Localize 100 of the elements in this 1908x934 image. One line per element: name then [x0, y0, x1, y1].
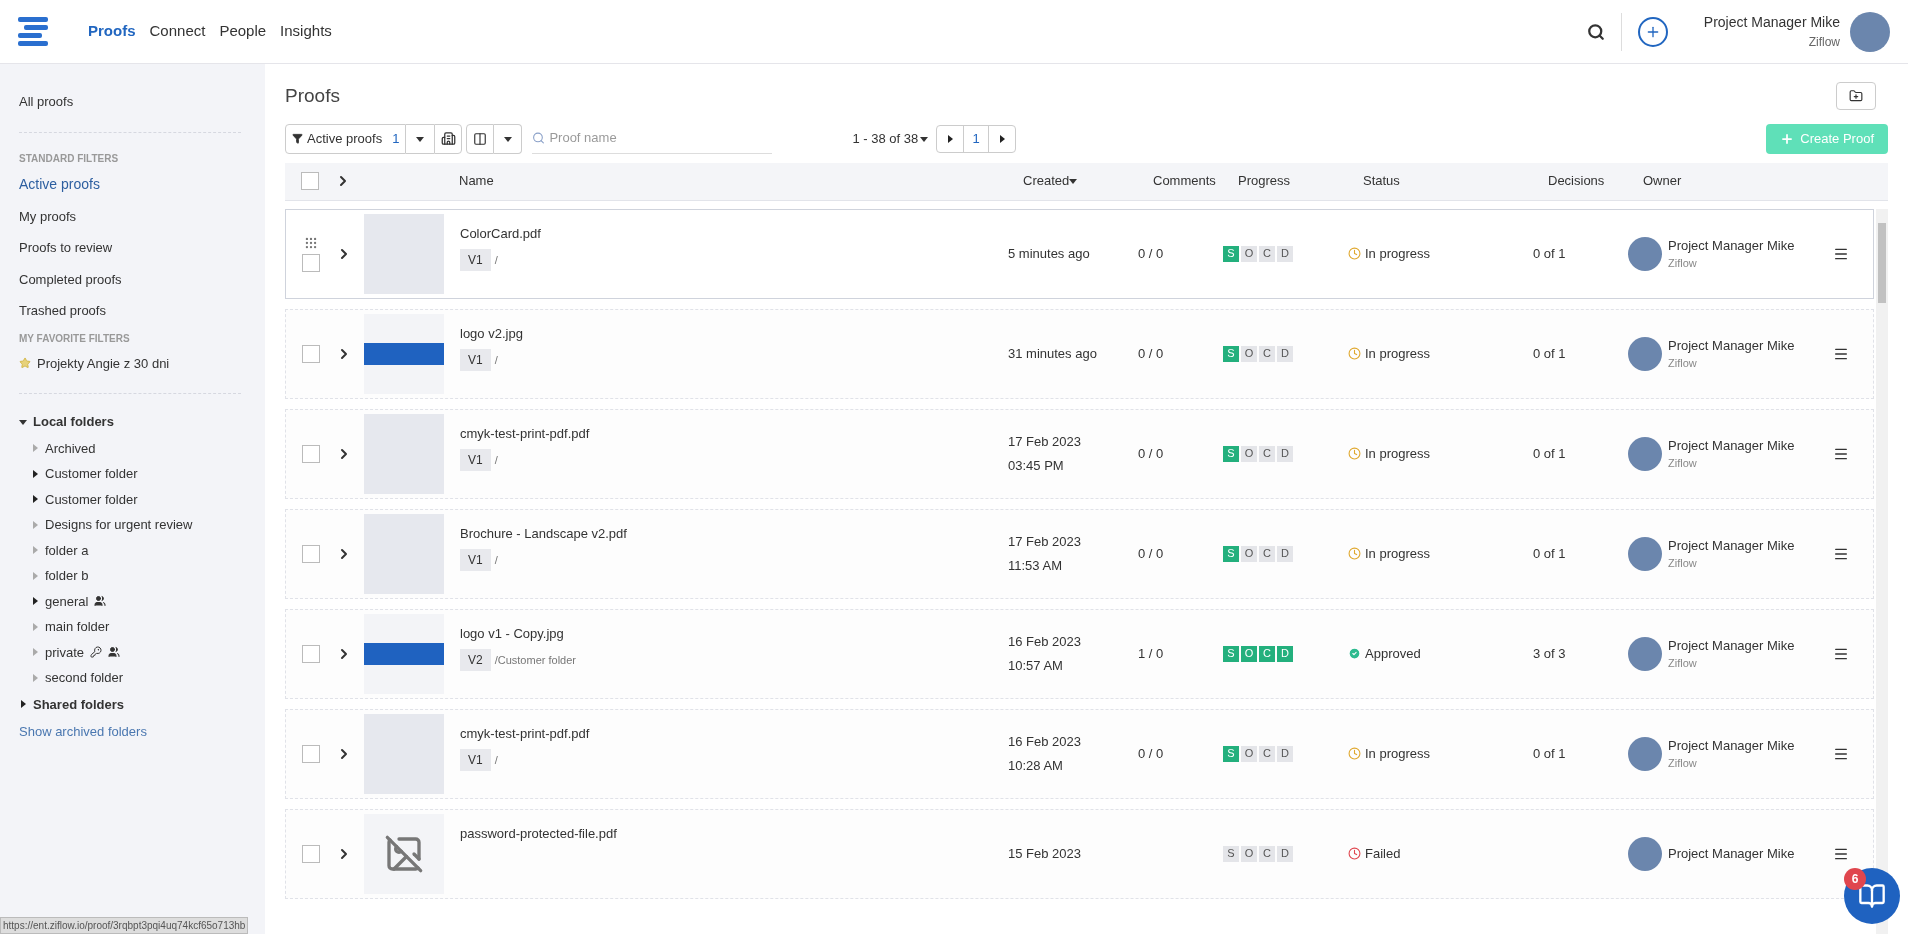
folder-path: / — [494, 352, 498, 368]
folder-label[interactable]: second folder — [45, 668, 124, 688]
user-name: Project Manager Mike — [1703, 13, 1840, 32]
proof-name[interactable]: ColorCard.pdf — [460, 223, 1008, 243]
proof-name[interactable]: cmyk-test-print-pdf.pdf — [460, 423, 1008, 443]
folder-label[interactable]: folder b — [45, 566, 89, 586]
avatar-placeholder[interactable] — [1850, 11, 1890, 52]
column-header[interactable]: Name — [459, 173, 494, 189]
filter-link[interactable]: Completed proofs — [19, 263, 241, 295]
progress-step: O — [1241, 645, 1257, 662]
row-checkbox[interactable] — [302, 444, 320, 463]
created-date: 15 Feb 2023 — [1008, 844, 1082, 863]
folder-label[interactable]: Designs for urgent review — [45, 515, 193, 535]
row-checkbox[interactable] — [302, 544, 320, 563]
caret-icon[interactable] — [31, 469, 39, 478]
caret-icon[interactable] — [920, 134, 929, 143]
owner-org: Ziflow — [1668, 356, 1698, 371]
caret-icon[interactable] — [946, 134, 955, 143]
created-date: 16 Feb 2023 — [1008, 733, 1082, 751]
section-heading: STANDARD FILTERS — [19, 151, 120, 166]
caret-icon[interactable] — [19, 700, 27, 709]
proof-row[interactable]: ColorCard.pdf V1 / 5 minutes ago 0 / 0 S O C D In progress 0 of 1 Project Manager Mike Ziflow — [285, 208, 1874, 299]
nav-tab[interactable]: Connect — [149, 20, 206, 43]
folder-label[interactable]: Customer folder — [45, 464, 138, 484]
filter-link[interactable]: All proofs — [19, 86, 241, 118]
folder-group-label[interactable]: Local folders — [33, 412, 114, 432]
building-icon — [440, 131, 456, 146]
row-checkbox[interactable] — [302, 644, 320, 663]
column-header[interactable]: Status — [1363, 173, 1400, 189]
proof-row[interactable]: cmyk-test-print-pdf.pdf V1 / 17 Feb 2023 03:45 PM 0 / 0 S O C D In progress 0 of 1 Project Manager Mike Ziflow — [285, 408, 1874, 499]
nav-tab[interactable]: People — [219, 20, 267, 43]
caret-icon[interactable] — [503, 134, 512, 143]
select-all-checkbox[interactable] — [301, 172, 319, 190]
progress-step: O — [1241, 245, 1257, 262]
favorite-filter[interactable]: Projekty Angie z 30 dni — [19, 347, 241, 379]
created-date: 17 Feb 2023 — [1008, 433, 1082, 451]
row-checkbox[interactable] — [302, 844, 320, 863]
filter-link[interactable]: Trashed proofs — [19, 295, 241, 327]
folder-label[interactable]: Archived — [45, 438, 96, 458]
column-header[interactable]: Created — [1023, 171, 1070, 191]
new-folder-button[interactable] — [1836, 82, 1876, 111]
filter-dropdown[interactable]: Active proofs 1 — [285, 123, 407, 154]
progress-step: O — [1241, 345, 1257, 362]
owner-org: Ziflow — [1668, 656, 1698, 671]
filter-link[interactable]: Active proofs — [19, 167, 241, 201]
drag-handle-icon[interactable] — [304, 235, 318, 250]
owner-org: Ziflow — [1668, 456, 1698, 471]
proof-name[interactable]: logo v1 - Copy.jpg — [460, 623, 1008, 643]
folder-label[interactable]: folder a — [45, 540, 89, 560]
status-label: Failed — [1365, 844, 1401, 863]
progress-step: D — [1277, 745, 1293, 762]
help-button[interactable]: 6 — [1844, 868, 1900, 924]
proof-name[interactable]: cmyk-test-print-pdf.pdf — [460, 723, 1008, 743]
proof-row[interactable]: Brochure - Landscape v2.pdf V1 / 17 Feb 2023 11:53 AM 0 / 0 S O C D In progress 0 of 1 Project Manager Mike Ziflow — [285, 508, 1874, 599]
scrollbar[interactable] — [1876, 208, 1888, 934]
column-header[interactable]: Progress — [1238, 173, 1291, 189]
building-button[interactable] — [434, 123, 463, 154]
progress-step: C — [1259, 245, 1275, 262]
column-header[interactable]: Decisions — [1548, 173, 1605, 189]
search-input[interactable]: Proof name — [549, 128, 773, 148]
proof-name[interactable]: logo v2.jpg — [460, 323, 1008, 343]
caret-icon[interactable] — [19, 417, 27, 426]
nav-tab[interactable]: Insights — [280, 20, 332, 43]
show-archived-link[interactable]: Show archived folders — [19, 718, 241, 746]
columns-caret-button[interactable] — [494, 123, 523, 154]
app-logo[interactable] — [18, 16, 50, 47]
filter-link[interactable]: Proofs to review — [19, 232, 241, 264]
decision-count: 0 of 1 — [1533, 745, 1566, 761]
proof-name[interactable]: password-protected-file.pdf — [460, 823, 1008, 843]
row-checkbox[interactable] — [302, 744, 320, 763]
caret-icon[interactable] — [31, 495, 39, 504]
proof-row[interactable]: cmyk-test-print-pdf.pdf V1 / 16 Feb 2023 10:28 AM 0 / 0 S O C D In progress 0 of 1 Project Manager Mike Ziflow — [285, 708, 1874, 799]
column-header[interactable]: Owner — [1643, 173, 1682, 189]
proof-row[interactable]: logo v2.jpg V1 / 31 minutes ago 0 / 0 S O C D In progress 0 of 1 Project Manager Mike Ziflow — [285, 308, 1874, 399]
add-button[interactable] — [1637, 16, 1668, 47]
search-field[interactable]: Proof name — [532, 123, 773, 154]
folder-group-label[interactable]: Shared folders — [33, 694, 125, 714]
filter-name: Active proofs — [307, 129, 383, 148]
folder-label[interactable]: main folder — [45, 617, 110, 637]
proof-name[interactable]: Brochure - Landscape v2.pdf — [460, 523, 1008, 543]
row-checkbox[interactable] — [302, 344, 320, 363]
caret-icon[interactable] — [416, 134, 425, 143]
nav-tab[interactable]: Proofs — [88, 20, 136, 43]
caret-icon[interactable] — [998, 134, 1007, 143]
folder-label[interactable]: Customer folder — [45, 489, 138, 509]
user-org: Ziflow — [1808, 34, 1840, 51]
row-checkbox[interactable] — [302, 253, 320, 272]
caret-icon[interactable] — [31, 597, 39, 606]
avatar-placeholder — [1628, 336, 1662, 371]
decision-count: 0 of 1 — [1533, 545, 1566, 561]
filter-link[interactable]: My proofs — [19, 200, 241, 232]
columns-button[interactable] — [466, 123, 495, 154]
folder-label[interactable]: general — [45, 591, 89, 611]
page-range[interactable]: 1 - 38 of 38 — [852, 128, 929, 149]
proof-row[interactable]: logo v1 - Copy.jpg V2 /Customer folder 16 Feb 2023 10:57 AM 1 / 0 S O C D Approved 3 of 3 Project Manager Mike Ziflow — [285, 608, 1874, 699]
search-icon[interactable] — [1586, 22, 1605, 41]
caret-icon[interactable] — [1069, 177, 1078, 185]
folder-label[interactable]: private — [45, 642, 85, 662]
column-header[interactable]: Comments — [1153, 173, 1216, 189]
filter-caret-button[interactable] — [406, 123, 435, 154]
